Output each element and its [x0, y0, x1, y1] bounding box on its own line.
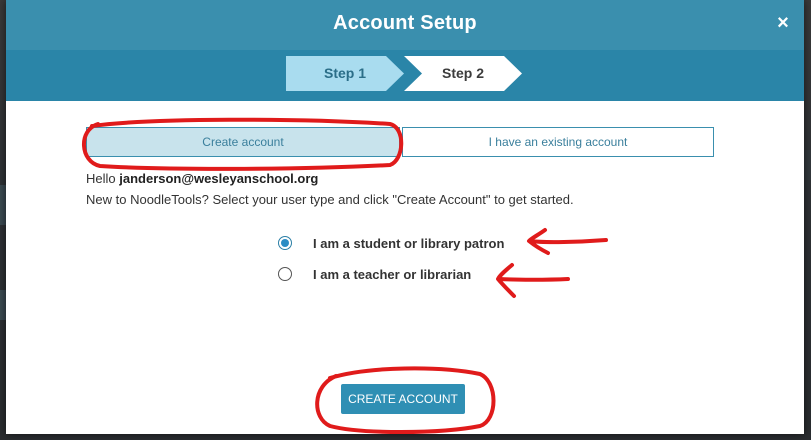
- greeting-line: Hello janderson@wesleyanschool.org: [86, 171, 318, 186]
- teacher-radio-label[interactable]: I am a teacher or librarian: [313, 267, 471, 282]
- close-icon[interactable]: ×: [774, 13, 792, 33]
- tab-create-account[interactable]: Create account: [86, 127, 400, 157]
- modal-header: Account Setup ×: [6, 0, 804, 50]
- modal-title: Account Setup: [333, 12, 477, 34]
- teacher-radio[interactable]: [278, 267, 292, 281]
- stepper-bar: Step 1 Step 2: [6, 50, 804, 101]
- user-type-student-row[interactable]: I am a student or library patron: [278, 233, 504, 253]
- tab-existing-account[interactable]: I have an existing account: [402, 127, 714, 157]
- step-2-label: Step 2: [441, 65, 484, 81]
- create-account-button[interactable]: CREATE ACCOUNT: [341, 384, 465, 414]
- step-1-label: Step 1: [323, 65, 366, 81]
- user-email: janderson@wesleyanschool.org: [119, 171, 319, 186]
- student-radio[interactable]: [278, 236, 292, 250]
- account-tabs: Create account I have an existing accoun…: [86, 127, 714, 157]
- step-2: Step 2: [404, 56, 522, 91]
- greeting-prefix: Hello: [86, 171, 120, 186]
- user-type-teacher-row[interactable]: I am a teacher or librarian: [278, 264, 471, 284]
- step-1: Step 1: [286, 56, 404, 91]
- account-setup-modal: Account Setup × Step 1 Step 2 Create acc…: [6, 0, 804, 434]
- student-radio-label[interactable]: I am a student or library patron: [313, 236, 504, 251]
- intro-text: New to NoodleTools? Select your user typ…: [86, 192, 574, 207]
